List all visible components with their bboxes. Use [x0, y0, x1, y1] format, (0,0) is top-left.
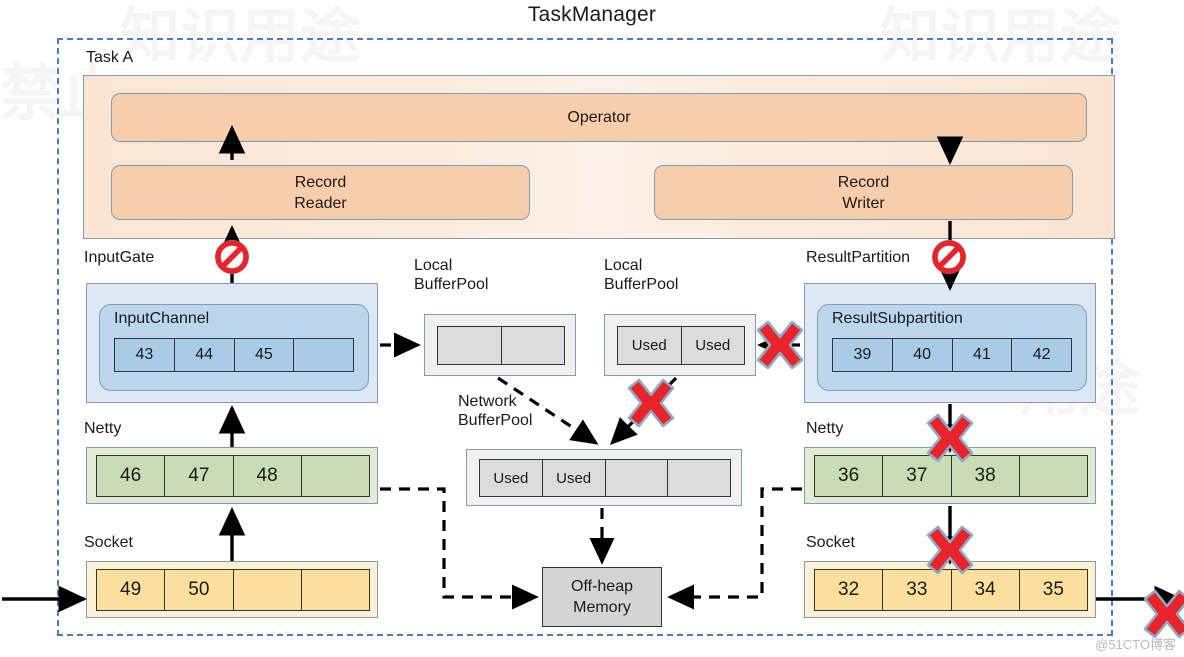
- record-writer-box: Record Writer: [654, 165, 1073, 220]
- socket-left-label: Socket: [84, 534, 133, 551]
- buffer-cell: 44: [174, 339, 235, 371]
- buffer-cell: 41: [952, 339, 1013, 371]
- result-subpartition-title: ResultSubpartition: [832, 310, 963, 327]
- netty-left-box: 46 47 48: [86, 447, 378, 504]
- buffer-cell: [438, 327, 502, 364]
- socket-left-box: 49 50: [86, 561, 378, 618]
- buffer-cell: 40: [892, 339, 953, 371]
- buffer-cell: [501, 327, 564, 364]
- local-bufferpool-1-box: [424, 314, 576, 376]
- record-reader-box: Record Reader: [111, 165, 530, 220]
- buffer-cell: 36: [815, 456, 884, 496]
- input-gate-box: InputChannel 43 44 45: [86, 283, 378, 403]
- buffer-cell: Used: [480, 460, 543, 496]
- local-bufferpool-2-strip: Used Used: [617, 326, 745, 365]
- buffer-cell: Used: [618, 327, 682, 364]
- off-heap-memory-box: Off-heap Memory: [542, 567, 662, 627]
- netty-right-box: 36 37 38: [804, 447, 1096, 504]
- buffer-cell: 42: [1012, 339, 1071, 371]
- local-bufferpool-1-label: Local BufferPool: [414, 257, 489, 293]
- buffer-cell: 49: [97, 570, 166, 610]
- buffer-cell: [1019, 456, 1087, 496]
- network-bufferpool-box: Used Used: [466, 449, 742, 506]
- local-bufferpool-1-strip: [437, 326, 565, 365]
- buffer-cell: Used: [542, 460, 606, 496]
- result-subpartition-buffer-strip: 39 40 41 42: [832, 338, 1072, 372]
- netty-left-label: Netty: [84, 420, 122, 437]
- operator-box: Operator: [111, 93, 1087, 142]
- socket-right-box: 32 33 34 35: [804, 561, 1096, 618]
- result-partition-box: ResultSubpartition 39 40 41 42: [804, 283, 1096, 403]
- socket-right-label: Socket: [806, 534, 855, 551]
- netty-right-strip: 36 37 38: [814, 455, 1088, 497]
- buffer-cell: 38: [951, 456, 1020, 496]
- buffer-cell: 34: [951, 570, 1020, 610]
- socket-left-strip: 49 50: [96, 569, 370, 611]
- network-bufferpool-label: Network BufferPool: [458, 393, 533, 429]
- buffer-cell: Used: [681, 327, 744, 364]
- netty-right-label: Netty: [806, 420, 844, 437]
- buffer-cell: 47: [165, 456, 234, 496]
- buffer-cell: 45: [234, 339, 295, 371]
- buffer-cell: [605, 460, 669, 496]
- buffer-cell: 50: [165, 570, 234, 610]
- buffer-cell: 43: [115, 339, 175, 371]
- buffer-cell: 48: [233, 456, 302, 496]
- page-title: TaskManager: [527, 3, 657, 26]
- watermark-text: @51CTO博客: [1095, 637, 1176, 652]
- task-a-label: Task A: [86, 49, 134, 66]
- input-channel-box: InputChannel 43 44 45: [99, 304, 369, 391]
- netty-left-strip: 46 47 48: [96, 455, 370, 497]
- network-bufferpool-strip: Used Used: [479, 459, 731, 497]
- buffer-cell: 46: [97, 456, 166, 496]
- buffer-cell: 37: [883, 456, 952, 496]
- buffer-cell: 33: [883, 570, 952, 610]
- buffer-cell: [668, 460, 730, 496]
- buffer-cell: 39: [833, 339, 893, 371]
- buffer-cell: [233, 570, 302, 610]
- input-channel-title: InputChannel: [114, 310, 210, 327]
- socket-right-strip: 32 33 34 35: [814, 569, 1088, 611]
- buffer-cell: 35: [1019, 570, 1087, 610]
- result-partition-label: ResultPartition: [806, 249, 911, 266]
- red-cross-icon-socket-external-out: [1143, 589, 1184, 639]
- buffer-cell: [294, 339, 353, 371]
- input-gate-label: InputGate: [84, 249, 155, 266]
- result-subpartition-box: ResultSubpartition 39 40 41 42: [817, 304, 1087, 391]
- local-bufferpool-2-box: Used Used: [604, 314, 756, 376]
- local-bufferpool-2-label: Local BufferPool: [604, 257, 679, 293]
- buffer-cell: [301, 456, 369, 496]
- buffer-cell: 32: [815, 570, 884, 610]
- input-channel-buffer-strip: 43 44 45: [114, 338, 354, 372]
- buffer-cell: [301, 570, 369, 610]
